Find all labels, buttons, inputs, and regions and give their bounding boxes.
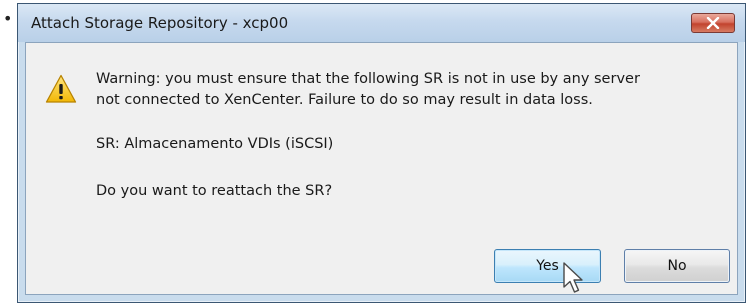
dialog-title: Attach Storage Repository - xcp00	[31, 14, 289, 32]
warning-icon	[45, 74, 77, 104]
dialog-content: Warning: you must ensure that the follow…	[25, 42, 738, 295]
no-button[interactable]: No	[624, 249, 730, 283]
close-button[interactable]	[691, 13, 735, 33]
warning-message-line-1: Warning: you must ensure that the follow…	[96, 71, 640, 87]
dialog-titlebar[interactable]: Attach Storage Repository - xcp00	[18, 4, 745, 42]
warning-message: Warning: you must ensure that the follow…	[96, 69, 640, 111]
mouse-cursor-icon	[562, 262, 588, 296]
list-bullet: •	[3, 9, 13, 28]
close-icon	[706, 17, 720, 29]
attach-storage-repository-dialog: Attach Storage Repository - xcp00 Warnin…	[17, 3, 746, 303]
reattach-question: Do you want to reattach the SR?	[96, 183, 333, 199]
screenshot-page: • Attach Storage Repository - xcp00 Warn…	[0, 0, 754, 305]
warning-message-line-2: not connected to XenCenter. Failure to d…	[96, 92, 593, 108]
sr-name-text: SR: Almacenamento VDIs (iSCSI)	[96, 136, 334, 152]
